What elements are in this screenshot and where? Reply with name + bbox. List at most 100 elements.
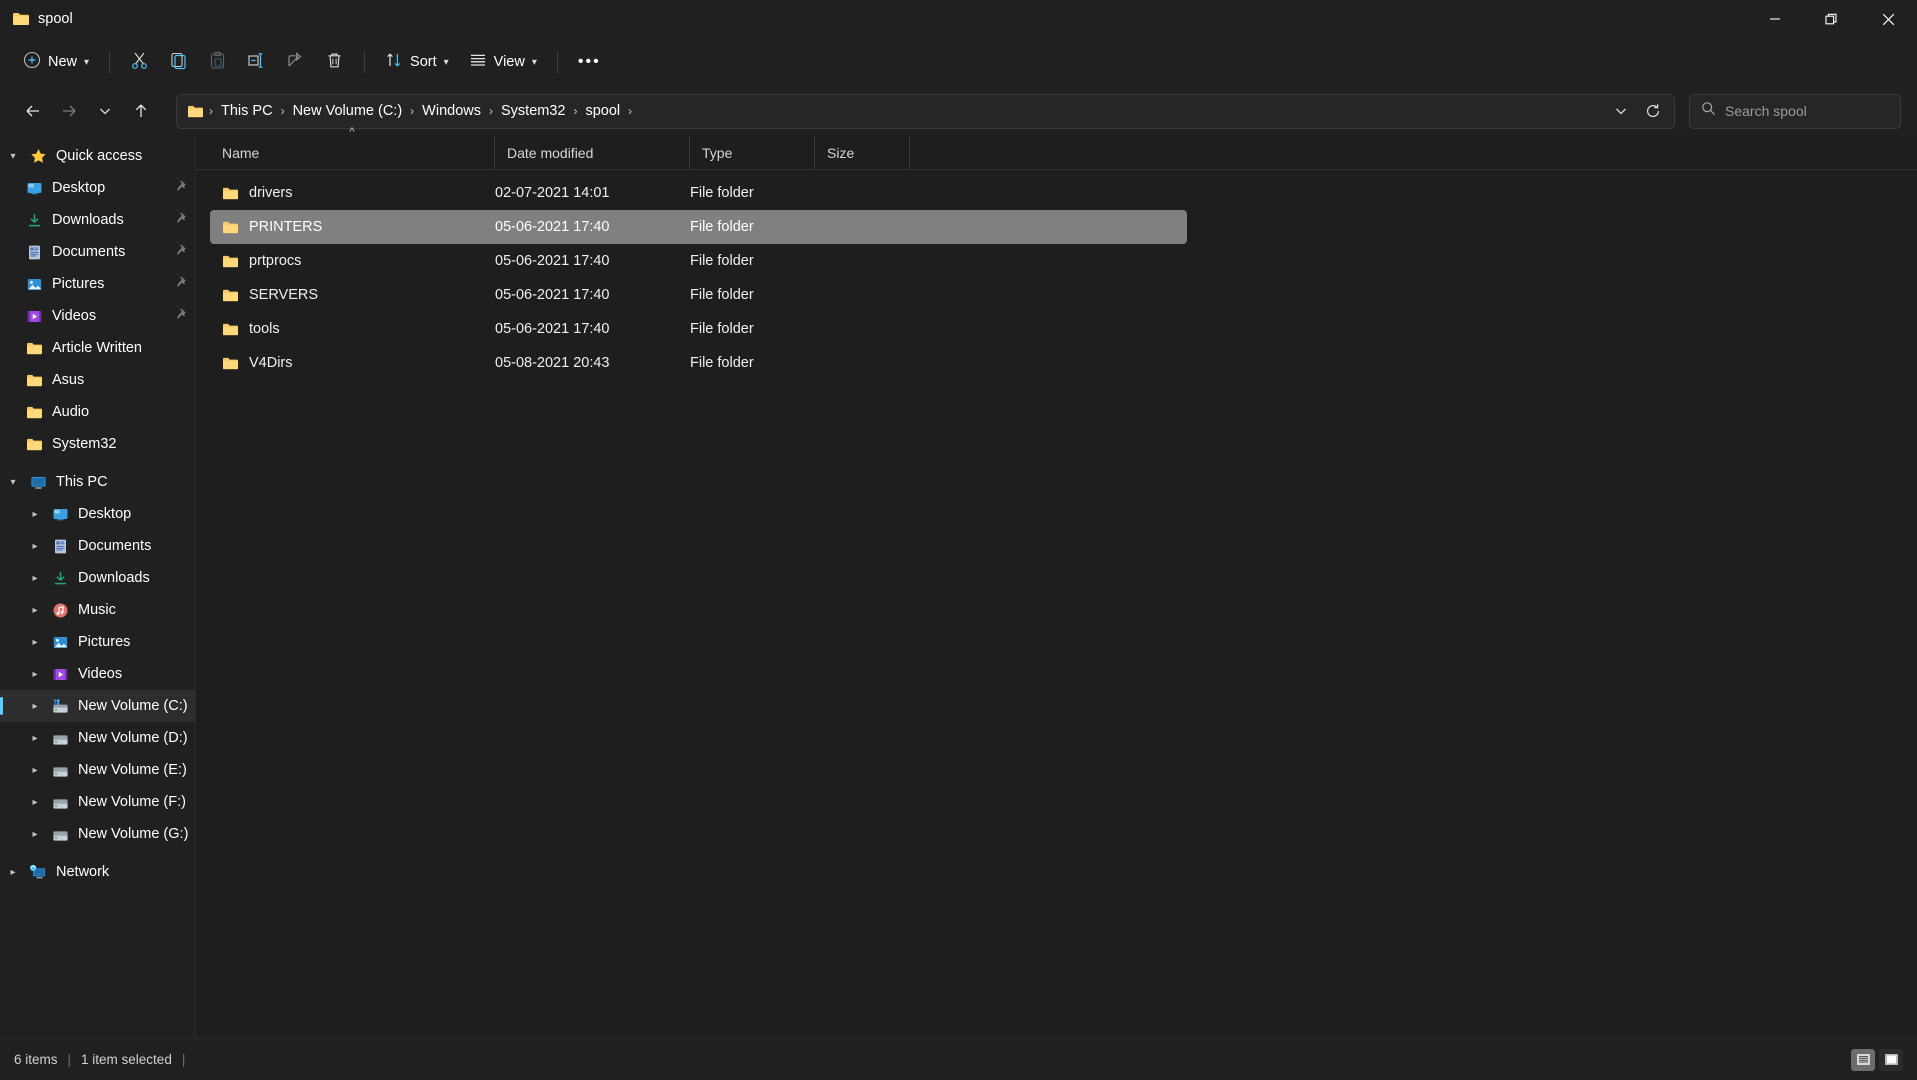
- file-name: V4Dirs: [249, 355, 293, 371]
- pin-icon[interactable]: [174, 276, 187, 293]
- sidebar-item-new-volume-e[interactable]: ▸ New Volume (E:): [0, 754, 195, 786]
- rename-button[interactable]: [238, 44, 275, 80]
- chevron-down-icon[interactable]: ▾: [0, 151, 26, 162]
- chevron-right-icon[interactable]: ▸: [22, 573, 48, 584]
- chevron-right-icon[interactable]: ▸: [22, 605, 48, 616]
- sidebar-item-asus[interactable]: Asus: [0, 364, 195, 396]
- sidebar-item-audio[interactable]: Audio: [0, 396, 195, 428]
- sidebar-item-new-volume-c[interactable]: ▸ New Volume (C:): [0, 690, 195, 722]
- sidebar-item-article-written[interactable]: Article Written: [0, 332, 195, 364]
- pin-icon[interactable]: [174, 244, 187, 261]
- file-list-pane[interactable]: ^ Name Date modified Type Size drivers: [196, 136, 1917, 1038]
- sidebar-item-documents[interactable]: Documents: [0, 236, 195, 268]
- toolbar-divider: [364, 51, 365, 73]
- table-row[interactable]: SERVERS 05-06-2021 17:40 File folder: [210, 278, 1187, 312]
- sidebar-item-new-volume-d[interactable]: ▸ New Volume (D:): [0, 722, 195, 754]
- sort-button-label: Sort: [410, 54, 437, 70]
- new-button-label: New: [48, 54, 77, 70]
- column-header-date-modified[interactable]: Date modified: [495, 136, 690, 170]
- chevron-right-icon[interactable]: ▸: [22, 829, 48, 840]
- delete-icon: [325, 51, 344, 74]
- view-button[interactable]: View ▾: [460, 44, 546, 80]
- sort-button[interactable]: Sort ▾: [376, 44, 458, 80]
- sidebar-item-label: Videos: [78, 666, 122, 682]
- paste-button[interactable]: [199, 44, 236, 80]
- chevron-right-icon[interactable]: ▸: [22, 541, 48, 552]
- chevron-right-icon[interactable]: ▸: [22, 637, 48, 648]
- sidebar-group-network[interactable]: ▸ Network: [0, 856, 195, 888]
- sidebar-item-pc-music[interactable]: ▸ Music: [0, 594, 195, 626]
- refresh-button[interactable]: [1638, 97, 1668, 126]
- address-bar[interactable]: › This PC › New Volume (C:) › Windows › …: [176, 94, 1675, 129]
- sidebar-item-pc-documents[interactable]: ▸ Documents: [0, 530, 195, 562]
- file-type: File folder: [690, 253, 815, 269]
- up-button[interactable]: [124, 94, 158, 128]
- sidebar-item-label: Downloads: [52, 212, 124, 228]
- recent-locations-button[interactable]: [88, 94, 122, 128]
- more-options-button[interactable]: •••: [569, 44, 610, 80]
- sidebar-item-desktop[interactable]: Desktop: [0, 172, 195, 204]
- breadcrumb-item-this-pc[interactable]: This PC: [214, 100, 280, 122]
- column-header-type[interactable]: Type: [690, 136, 815, 170]
- sidebar-item-pc-desktop[interactable]: ▸ Desktop: [0, 498, 195, 530]
- restore-button[interactable]: [1803, 0, 1860, 38]
- sidebar-item-pictures[interactable]: Pictures: [0, 268, 195, 300]
- pin-icon[interactable]: [174, 212, 187, 229]
- chevron-right-icon[interactable]: ▸: [0, 867, 26, 878]
- file-name: drivers: [249, 185, 293, 201]
- pin-icon[interactable]: [174, 180, 187, 197]
- new-button[interactable]: New ▾: [14, 44, 98, 80]
- chevron-right-icon[interactable]: ▸: [22, 765, 48, 776]
- sidebar-item-system32[interactable]: System32: [0, 428, 195, 460]
- breadcrumb-item-new-volume-c[interactable]: New Volume (C:): [286, 100, 410, 122]
- copy-icon: [169, 51, 188, 74]
- column-header-name[interactable]: ^ Name: [210, 136, 495, 170]
- sidebar-item-new-volume-f[interactable]: ▸ New Volume (F:): [0, 786, 195, 818]
- column-header-size[interactable]: Size: [815, 136, 910, 170]
- share-button[interactable]: [277, 44, 314, 80]
- file-date: 05-06-2021 17:40: [495, 321, 690, 337]
- chevron-down-icon[interactable]: ▾: [0, 477, 26, 488]
- sidebar-group-quick-access[interactable]: ▾ Quick access: [0, 140, 195, 172]
- delete-button[interactable]: [316, 44, 353, 80]
- cut-button[interactable]: [121, 44, 158, 80]
- search-box[interactable]: Search spool: [1689, 94, 1901, 129]
- table-row[interactable]: PRINTERS 05-06-2021 17:40 File folder: [210, 210, 1187, 244]
- chevron-right-icon[interactable]: ▸: [22, 797, 48, 808]
- large-icons-view-button[interactable]: [1879, 1049, 1903, 1071]
- chevron-right-icon[interactable]: ▸: [22, 701, 48, 712]
- forward-button[interactable]: [52, 94, 86, 128]
- sidebar-item-downloads[interactable]: Downloads: [0, 204, 195, 236]
- sidebar-item-pc-pictures[interactable]: ▸ Pictures: [0, 626, 195, 658]
- address-dropdown-button[interactable]: [1606, 97, 1636, 126]
- sidebar-item-label: New Volume (G:): [78, 826, 188, 842]
- back-button[interactable]: [16, 94, 50, 128]
- file-type: File folder: [690, 185, 815, 201]
- breadcrumb-item-spool[interactable]: spool: [578, 100, 627, 122]
- drive-icon: [48, 826, 72, 843]
- breadcrumb-item-windows[interactable]: Windows: [415, 100, 488, 122]
- breadcrumb-item-system32[interactable]: System32: [494, 100, 572, 122]
- chevron-right-icon[interactable]: ▸: [22, 509, 48, 520]
- sidebar-item-videos[interactable]: Videos: [0, 300, 195, 332]
- table-row[interactable]: V4Dirs 05-08-2021 20:43 File folder: [210, 346, 1187, 380]
- navigation-pane[interactable]: ▾ Quick access Desktop Downloads: [0, 136, 196, 1038]
- minimize-button[interactable]: [1746, 0, 1803, 38]
- pin-icon[interactable]: [174, 308, 187, 325]
- sidebar-item-pc-downloads[interactable]: ▸ Downloads: [0, 562, 195, 594]
- table-row[interactable]: drivers 02-07-2021 14:01 File folder: [210, 176, 1187, 210]
- sidebar-item-pc-videos[interactable]: ▸ Videos: [0, 658, 195, 690]
- details-view-button[interactable]: [1851, 1049, 1875, 1071]
- sidebar-group-this-pc[interactable]: ▾ This PC: [0, 466, 195, 498]
- chevron-right-icon[interactable]: ▸: [22, 669, 48, 680]
- file-name-cell: SERVERS: [222, 287, 495, 303]
- file-name: prtprocs: [249, 253, 301, 269]
- chevron-right-icon[interactable]: ▸: [22, 733, 48, 744]
- folder-icon: [222, 288, 239, 303]
- close-button[interactable]: [1860, 0, 1917, 38]
- copy-button[interactable]: [160, 44, 197, 80]
- table-row[interactable]: tools 05-06-2021 17:40 File folder: [210, 312, 1187, 346]
- sidebar-item-new-volume-g[interactable]: ▸ New Volume (G:): [0, 818, 195, 850]
- sort-icon: [385, 51, 403, 73]
- table-row[interactable]: prtprocs 05-06-2021 17:40 File folder: [210, 244, 1187, 278]
